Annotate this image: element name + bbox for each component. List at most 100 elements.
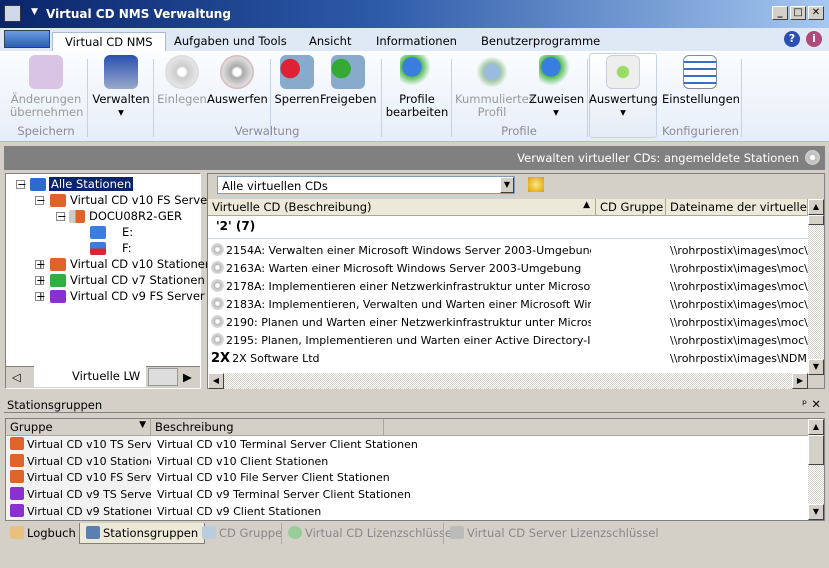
pin-icon[interactable]: ᵖ: [802, 397, 807, 411]
close-button[interactable]: ✕: [808, 6, 824, 20]
expand-toggle[interactable]: +: [35, 290, 46, 302]
tab-benutzerprogramme[interactable]: Benutzerprogramme: [469, 32, 612, 51]
scroll-up-button[interactable]: ▲: [808, 199, 824, 215]
expand-toggle[interactable]: +: [35, 274, 46, 286]
verwalten-button[interactable]: Verwalten ▾: [92, 55, 150, 119]
collapse-toggle[interactable]: −: [35, 194, 46, 206]
cd-list-row[interactable]: 2195: Planen, Implementieren und Warten …: [211, 332, 591, 350]
tree-item[interactable]: Virtual CD v7 Stationen: [70, 273, 205, 287]
group-name: Virtual CD v9 Stationen: [27, 504, 151, 518]
sperren-button[interactable]: Sperren: [274, 55, 320, 106]
collapse-toggle[interactable]: −: [16, 178, 27, 190]
vertical-scrollbar[interactable]: ▲ ▼: [808, 419, 824, 520]
station-group-icon: [10, 453, 24, 467]
horizontal-scrollbar[interactable]: ◀ ▶: [208, 373, 808, 389]
cd-list-row[interactable]: 2163A: Warten einer Microsoft Windows Se…: [211, 260, 591, 278]
auswertung-button[interactable]: Auswertung ▾: [589, 55, 658, 119]
cd-list-row[interactable]: 2154A: Verwalten einer Microsoft Windows…: [211, 242, 591, 260]
scroll-thumb[interactable]: [808, 435, 824, 465]
group-label-konfigurieren: Konfigurieren: [662, 124, 739, 138]
profile-bearbeiten-button[interactable]: Profile bearbeiten: [384, 55, 450, 119]
expand-toggle[interactable]: +: [35, 258, 46, 270]
tab-virtual-cd-lizenzschluessel[interactable]: Virtual CD Lizenzschlüssel: [281, 523, 461, 544]
scroll-down-button[interactable]: ▼: [808, 504, 824, 520]
quick-access-dropdown-icon[interactable]: ▼: [31, 7, 38, 17]
cd-name: 2X Software Ltd: [232, 352, 320, 365]
group-row[interactable]: Virtual CD v9 Stationen: [6, 502, 151, 520]
separator: [381, 59, 382, 137]
drive-lock-icon: [90, 226, 106, 239]
tab-logbuch[interactable]: Logbuch: [4, 523, 82, 544]
aenderungen-uebernehmen-button[interactable]: Änderungen übernehmen: [10, 55, 83, 119]
group-row-label[interactable]: '2' (7): [216, 217, 255, 235]
group-row[interactable]: Virtual CD v10 TS Server: [6, 436, 151, 453]
tree-item[interactable]: DOCU08R2-GER: [89, 209, 182, 223]
group-row[interactable]: Virtual CD v9 TS Server: [6, 486, 151, 504]
tab-informationen[interactable]: Informationen: [364, 32, 469, 51]
cd-list-panel: Alle virtuellen CDs ▼ Virtuelle CD (Besc…: [207, 173, 825, 389]
tab-virtual-cd-server-lizenzschluessel[interactable]: Virtual CD Server Lizenzschlüssel: [443, 523, 665, 544]
tab-scroll-right[interactable]: ▶: [183, 370, 192, 384]
server-license-icon: [450, 526, 464, 539]
drive-lock-icon: [90, 242, 106, 255]
scroll-thumb[interactable]: [808, 215, 824, 225]
cd-icon: [211, 333, 224, 346]
maximize-button[interactable]: □: [790, 6, 806, 20]
tab-ansicht[interactable]: Ansicht: [297, 32, 363, 51]
app-menu-button[interactable]: [4, 30, 50, 48]
group-description: Virtual CD v9 Terminal Server Client Sta…: [157, 488, 411, 502]
tree-item-alle-stationen[interactable]: Alle Stationen: [49, 177, 134, 191]
tab-stationsgruppen[interactable]: Stationsgruppen: [79, 523, 206, 544]
group-row[interactable]: Virtual CD v10 Stationen: [6, 452, 151, 470]
scroll-up-button[interactable]: ▲: [808, 419, 824, 435]
einlegen-button[interactable]: Einlegen: [157, 55, 207, 106]
divider: [208, 238, 808, 239]
tab-scroll-left[interactable]: ◁: [12, 370, 21, 384]
freigeben-button[interactable]: Freigeben: [320, 55, 377, 106]
tree-item[interactable]: Virtual CD v10 Stationen: [70, 257, 212, 271]
collapse-toggle[interactable]: −: [56, 210, 67, 222]
cd-list-row[interactable]: 2183A: Implementieren, Verwalten und War…: [211, 296, 591, 314]
chevron-down-icon[interactable]: ▼: [500, 177, 514, 193]
auswerfen-button[interactable]: Auswerfen: [207, 55, 268, 106]
app-icon[interactable]: [4, 5, 21, 22]
group-row[interactable]: Virtual CD v10 FS Server: [6, 469, 151, 487]
scroll-right-button[interactable]: ▶: [792, 373, 808, 389]
scroll-left-button[interactable]: ◀: [208, 373, 224, 389]
tab-virtuelle-lw[interactable]: Virtuelle LW: [34, 366, 146, 387]
cd-list-row[interactable]: 2X 2X Software Ltd: [211, 350, 591, 368]
tree-item[interactable]: Virtual CD v9 FS Server: [70, 289, 205, 303]
group-name: Virtual CD v10 Stationen: [27, 454, 151, 468]
tab-virtual-cd-nms[interactable]: Virtual CD NMS: [52, 32, 166, 51]
cd-list-row[interactable]: 2178A: Implementieren einer Netzwerkinfr…: [211, 278, 591, 296]
col-header-gruppe[interactable]: Gruppe ▼: [6, 419, 151, 436]
station-group-icon: [10, 437, 24, 450]
cd-filter-select[interactable]: Alle virtuellen CDs ▼: [217, 176, 515, 194]
tab-cd-gruppe[interactable]: CD Gruppe: [196, 523, 288, 544]
tab-drive-other[interactable]: [148, 368, 178, 386]
tree-item[interactable]: E:: [122, 225, 133, 239]
col-header-dateiname[interactable]: Dateiname der virtuellen C: [666, 199, 808, 216]
col-header-beschreibung[interactable]: Virtuelle CD (Beschreibung) ▲: [208, 199, 596, 216]
sort-desc-icon: ▼: [139, 420, 146, 430]
help-icon[interactable]: ?: [784, 31, 800, 47]
cd-icon: [211, 279, 224, 292]
tree-item[interactable]: F:: [122, 241, 132, 255]
vertical-scrollbar[interactable]: ▲ ▼: [808, 199, 824, 375]
refresh-icon[interactable]: [528, 177, 544, 192]
minimize-button[interactable]: _: [772, 6, 788, 20]
info-icon[interactable]: i: [806, 31, 822, 47]
tab-aufgaben-und-tools[interactable]: Aufgaben und Tools: [162, 32, 299, 51]
zuweisen-button[interactable]: Zuweisen ▾: [529, 55, 584, 119]
scroll-down-button[interactable]: ▼: [808, 359, 824, 375]
cd-filename: \\rohrpostix\images\moc\215: [670, 244, 808, 257]
einstellungen-button[interactable]: Einstellungen: [662, 55, 740, 106]
close-pane-icon[interactable]: ✕: [811, 397, 821, 411]
col-header-beschreibung[interactable]: Beschreibung: [151, 419, 384, 436]
station-group-icon: [50, 194, 66, 207]
cd-list-row[interactable]: 2190: Planen und Warten einer Netzwerkin…: [211, 314, 591, 332]
col-header-cd-gruppe[interactable]: CD Gruppe: [596, 199, 666, 216]
group-name: Virtual CD v10 FS Server: [27, 471, 151, 485]
tree-item[interactable]: Virtual CD v10 FS Server: [70, 193, 212, 207]
kummuliertes-profil-button[interactable]: Kummuliertes Profil: [455, 55, 535, 119]
